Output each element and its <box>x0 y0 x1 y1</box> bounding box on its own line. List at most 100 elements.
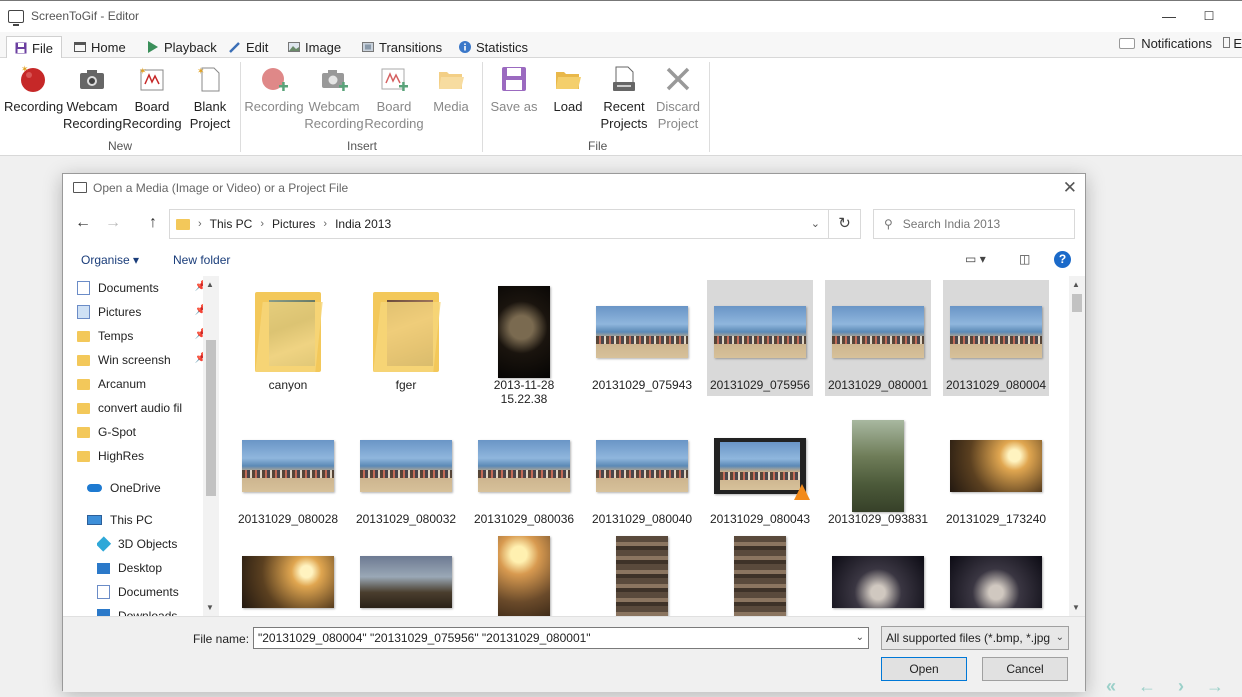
recent-projects-button[interactable]: Recent Projects <box>596 64 652 132</box>
forward-arrow-icon[interactable]: → <box>105 214 121 232</box>
scroll-thumb[interactable] <box>1072 294 1082 312</box>
maximize-button[interactable]: ☐ <box>1200 7 1218 25</box>
scroll-down-icon[interactable]: ▼ <box>206 603 214 612</box>
file-item[interactable]: 20131029_080001 <box>825 280 931 396</box>
file-item[interactable] <box>943 530 1049 616</box>
insert-webcam-recording-button[interactable]: Webcam Recording <box>304 64 364 132</box>
tab-playback[interactable]: Playback <box>147 36 217 58</box>
group-label-file: File <box>588 139 608 153</box>
extra-button[interactable]: E <box>1222 36 1242 51</box>
breadcrumb-this-pc[interactable]: This PC <box>210 217 253 231</box>
tab-transitions[interactable]: Transitions <box>362 36 442 58</box>
insert-recording-button[interactable]: Recording <box>244 64 304 115</box>
help-icon[interactable]: ? <box>1054 251 1071 268</box>
file-item[interactable] <box>353 530 459 616</box>
file-item[interactable]: 20131029_093831 <box>825 414 931 530</box>
search-input[interactable]: ⚲ Search India 2013 <box>873 209 1075 239</box>
file-item[interactable] <box>471 530 577 616</box>
tab-statistics[interactable]: Statistics <box>459 36 528 58</box>
btn-line2: Project <box>189 116 231 131</box>
file-item[interactable]: 2013-11-28 15.22.38 <box>471 280 577 406</box>
sidebar-item[interactable]: Temps 📌 <box>77 325 207 347</box>
new-webcam-recording-button[interactable]: Webcam Recording <box>63 64 122 132</box>
sidebar-item[interactable]: convert audio fil <box>77 397 207 419</box>
discard-project-button[interactable]: Discard Project <box>652 64 704 132</box>
refresh-button[interactable]: ↻ <box>829 209 861 239</box>
load-button[interactable]: Load <box>545 64 591 115</box>
btn-line1: Load <box>553 99 583 114</box>
breadcrumb-pictures[interactable]: Pictures <box>272 217 315 231</box>
sidebar-item[interactable]: Downloads <box>97 605 219 616</box>
notification-icon <box>1119 38 1136 49</box>
file-item[interactable]: 20131029_080040 <box>589 414 695 530</box>
breadcrumb-india-2013[interactable]: India 2013 <box>335 217 391 231</box>
scroll-thumb[interactable] <box>206 340 216 496</box>
new-folder-button[interactable]: New folder <box>173 253 230 267</box>
chevron-down-icon[interactable]: ⌄ <box>856 632 864 643</box>
play-frame-icon[interactable]: › <box>1178 676 1184 697</box>
notifications-button[interactable]: Notifications <box>1119 36 1212 51</box>
address-bar[interactable]: › This PC › Pictures › India 2013 ⌄ <box>169 209 829 239</box>
file-item[interactable] <box>825 530 931 616</box>
file-list-scrollbar[interactable]: ▲ ▼ <box>1069 276 1085 616</box>
chevron-down-icon[interactable]: ⌄ <box>811 217 820 230</box>
sidebar-item[interactable]: HighRes <box>77 445 207 467</box>
sidebar-item[interactable]: Arcanum <box>77 373 207 395</box>
cancel-button[interactable]: Cancel <box>982 657 1068 681</box>
tab-file[interactable]: File <box>6 36 62 59</box>
sidebar-item[interactable]: G-Spot <box>77 421 207 443</box>
file-item[interactable] <box>235 530 341 616</box>
sidebar-item[interactable]: Win screensh 📌 <box>77 349 207 371</box>
navigation-scrollbar[interactable]: ▲ ▼ <box>203 276 219 616</box>
insert-board-recording-button[interactable]: Board Recording <box>364 64 424 132</box>
sidebar-item[interactable]: OneDrive <box>87 477 217 499</box>
camera-plus-icon <box>322 70 348 91</box>
file-item[interactable]: 20131029_080028 <box>235 414 341 530</box>
scroll-up-icon[interactable]: ▲ <box>206 280 214 289</box>
scroll-up-icon[interactable]: ▲ <box>1072 280 1080 289</box>
tab-image[interactable]: Image <box>288 36 341 58</box>
new-board-recording-button[interactable]: ✶ Board Recording <box>122 64 182 132</box>
file-item[interactable]: 20131029_075943 <box>589 280 695 396</box>
save-as-button[interactable]: Save as <box>488 64 540 115</box>
file-item[interactable]: 20131029_075956 <box>707 280 813 396</box>
previous-frame-icon[interactable]: ← <box>1138 676 1156 697</box>
file-item[interactable]: 20131029_173240 <box>943 414 1049 530</box>
sidebar-item[interactable]: Pictures 📌 <box>77 301 207 323</box>
back-arrow-icon[interactable]: ← <box>75 214 91 232</box>
folder-item[interactable]: canyon <box>235 280 341 396</box>
open-button[interactable]: Open <box>881 657 967 681</box>
file-item[interactable]: 20131029_080032 <box>353 414 459 530</box>
file-item[interactable] <box>589 530 695 616</box>
tab-home[interactable]: Home <box>74 36 126 58</box>
scroll-down-icon[interactable]: ▼ <box>1072 603 1080 612</box>
tab-edit[interactable]: Edit <box>229 36 268 58</box>
photo-thumbnail <box>478 440 570 492</box>
sidebar-item[interactable]: Desktop <box>97 557 219 579</box>
up-arrow-icon[interactable]: ↑ <box>149 214 157 232</box>
sidebar-item[interactable]: Documents 📌 <box>77 277 207 299</box>
new-blank-project-button[interactable]: ✶ Blank Project <box>184 64 236 132</box>
file-name-input[interactable]: "20131029_080004" "20131029_075956" "201… <box>253 627 869 649</box>
file-item[interactable]: 20131029_080004 <box>943 280 1049 396</box>
preview-pane-button[interactable]: ◫ <box>1019 252 1030 266</box>
view-options-button[interactable]: ▭ ▾ <box>965 252 986 266</box>
close-icon[interactable]: ✕ <box>1063 178 1077 198</box>
file-item[interactable]: 20131029_080036 <box>471 414 577 530</box>
play-icon <box>148 41 158 53</box>
file-type-select[interactable]: All supported files (*.bmp, *.jpg ⌄ <box>881 626 1069 650</box>
minimize-button[interactable]: — <box>1160 7 1178 25</box>
new-recording-button[interactable]: ✶ Recording <box>4 64 63 115</box>
file-item[interactable] <box>707 530 813 616</box>
file-name-label: 20131029_080043 <box>709 512 811 526</box>
next-frame-icon[interactable]: → <box>1206 676 1224 697</box>
organise-button[interactable]: Organise ▾ <box>81 253 139 267</box>
sidebar-item[interactable]: This PC <box>87 509 217 531</box>
insert-media-button[interactable]: Media <box>428 64 474 115</box>
file-item[interactable]: 20131029_080043 <box>707 414 813 530</box>
folder-item[interactable]: fger <box>353 280 459 396</box>
sidebar-item[interactable]: 3D Objects <box>97 533 219 555</box>
group-label-insert: Insert <box>347 139 378 153</box>
first-frame-icon[interactable]: « <box>1106 676 1116 697</box>
sidebar-item[interactable]: Documents <box>97 581 219 603</box>
